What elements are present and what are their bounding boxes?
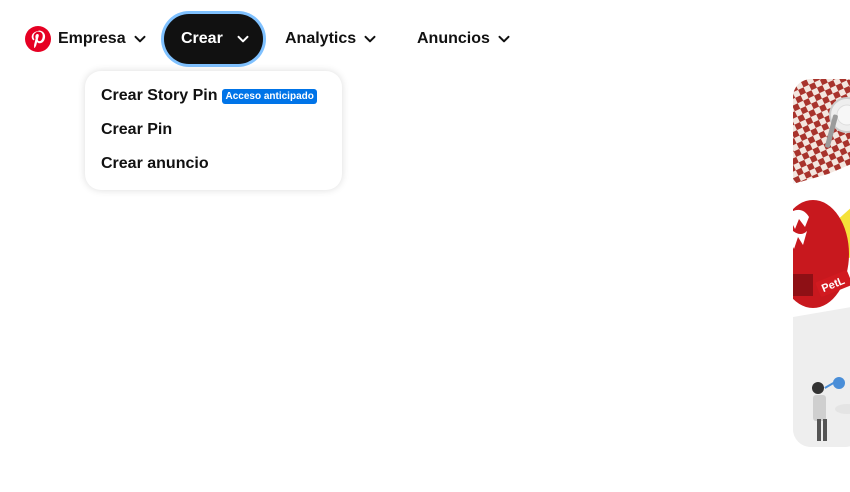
nav-anuncios[interactable]: Anuncios: [417, 14, 510, 64]
nav-crear[interactable]: Crear: [164, 14, 263, 64]
nav-crear-label: Crear: [181, 30, 223, 47]
crear-dropdown-menu: Crear Story Pin Acceso anticipado Crear …: [85, 71, 342, 190]
nav-empresa[interactable]: Empresa: [58, 14, 146, 64]
promo-illustration: PetL: [793, 79, 850, 447]
menu-item-crear-anuncio[interactable]: Crear anuncio: [85, 147, 342, 181]
chevron-down-icon: [134, 35, 146, 43]
nav-analytics-label: Analytics: [285, 30, 357, 47]
pinterest-logo-icon[interactable]: [25, 26, 51, 52]
top-navigation: Empresa Crear Analytics Anuncios: [0, 0, 850, 78]
nav-analytics[interactable]: Analytics: [285, 14, 376, 64]
promo-illustration-art: PetL: [793, 79, 850, 447]
chevron-down-icon: [498, 35, 510, 43]
menu-item-label: Crear Story Pin: [101, 87, 218, 104]
menu-item-crear-pin[interactable]: Crear Pin: [85, 113, 342, 147]
menu-item-label: Crear Pin: [101, 121, 173, 138]
nav-anuncios-label: Anuncios: [417, 30, 490, 47]
early-access-badge: Acceso anticipado: [222, 88, 317, 104]
chevron-down-icon: [237, 35, 249, 43]
chevron-down-icon: [364, 35, 376, 43]
menu-item-label: Crear anuncio: [101, 155, 209, 172]
nav-empresa-label: Empresa: [58, 30, 126, 47]
menu-item-crear-story-pin[interactable]: Crear Story Pin Acceso anticipado: [85, 79, 342, 113]
